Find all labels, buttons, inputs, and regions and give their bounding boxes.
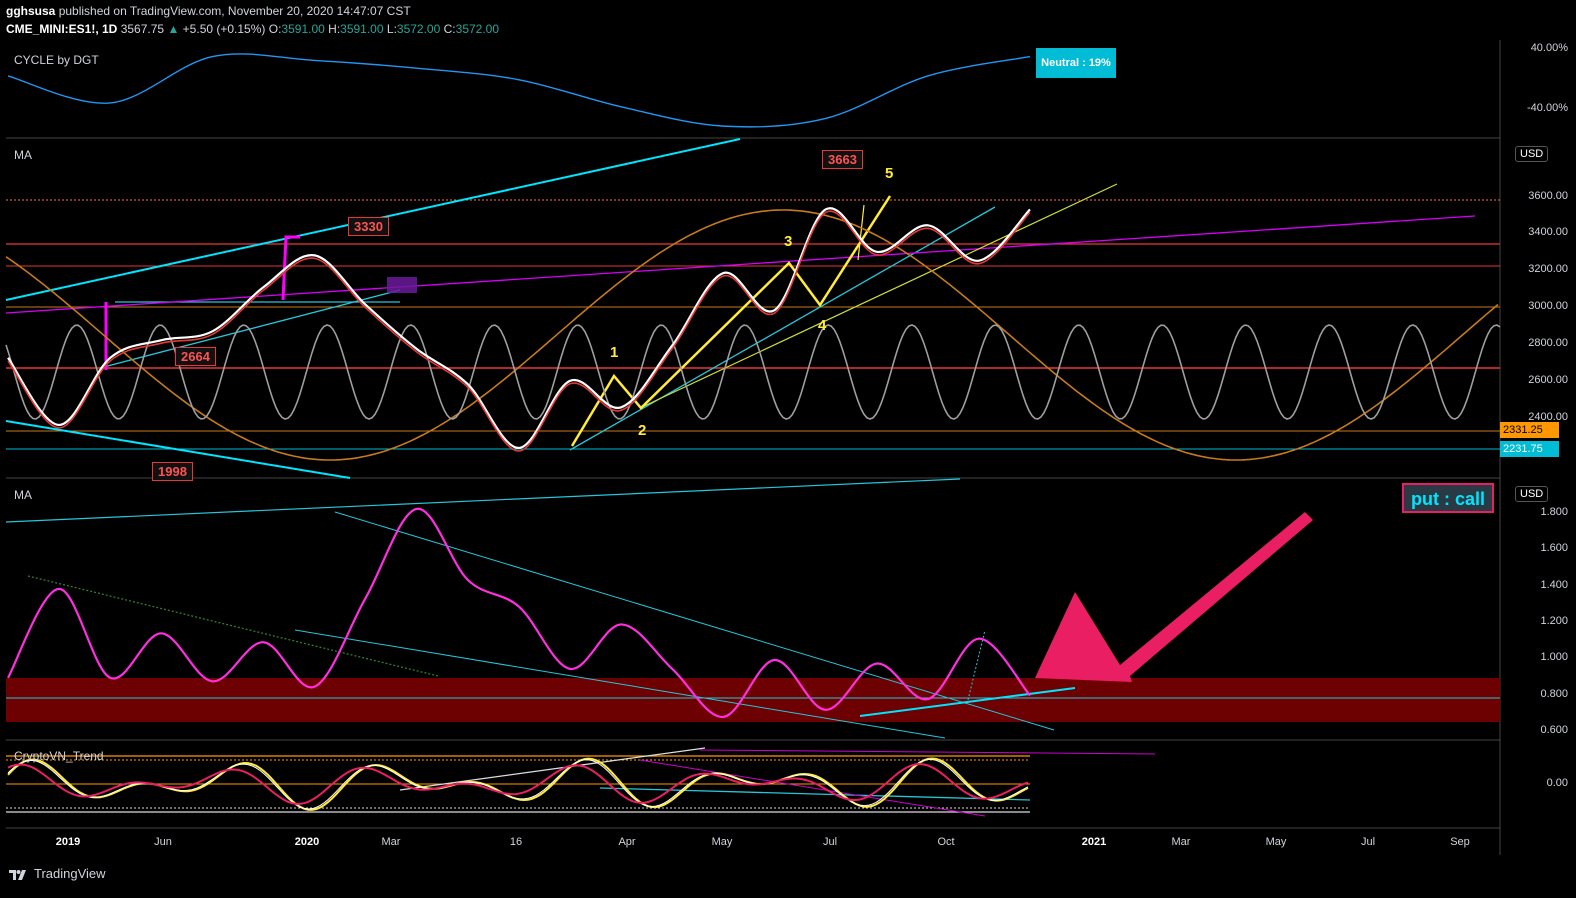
time-axis-label: Mar (381, 836, 401, 848)
price-annotations (5, 138, 1501, 479)
wave-label: 3 (784, 233, 793, 250)
trend-tick: 0.00 (1546, 777, 1568, 789)
time-axis-label: May (1265, 836, 1287, 848)
putcall-title-box: put : call (1402, 483, 1494, 513)
price-tick: 3200.00 (1528, 263, 1568, 275)
putcall-tick: 1.200 (1540, 615, 1568, 627)
time-axis-label: Apr (618, 836, 636, 848)
footer-brand[interactable]: TradingView (8, 866, 106, 881)
price-tick: 3600.00 (1528, 190, 1568, 202)
level-label: 3330 (348, 217, 389, 236)
wave-label: 5 (885, 165, 894, 182)
time-axis-label: Mar (1171, 836, 1191, 848)
level-label: 1998 (152, 462, 193, 481)
wave-label: 1 (610, 344, 619, 361)
time-axis-label: Jul (822, 836, 838, 848)
time-axis-label: Oct (937, 836, 955, 848)
time-axis-label: 16 (509, 836, 523, 848)
putcall-annotations (5, 478, 1500, 739)
chart-root: gghsusa published on TradingView.com, No… (0, 0, 1576, 898)
price-tick: 2600.00 (1528, 374, 1568, 386)
level-label: 2664 (175, 347, 216, 366)
cycle-line (7, 53, 1031, 128)
price-currency-badge[interactable]: USD (1515, 146, 1549, 162)
time-axis-label: Jul (1360, 836, 1376, 848)
time-axis-label: Sep (1450, 836, 1470, 848)
chart-canvas[interactable] (0, 0, 1576, 898)
price-tick: 3400.00 (1528, 226, 1568, 238)
cycle-tick: 40.00% (1530, 42, 1568, 54)
putcall-tick: 1.000 (1540, 651, 1568, 663)
cycle-series (7, 53, 1031, 128)
time-axis-label: 2020 (294, 836, 320, 848)
putcall-tick: 0.800 (1540, 688, 1568, 700)
wave-label: 2 (638, 422, 647, 439)
cycle-tick: -40.00% (1527, 102, 1568, 114)
price-tick: 2800.00 (1528, 337, 1568, 349)
tradingview-logo-icon (9, 869, 26, 880)
time-axis-label: 2021 (1081, 836, 1107, 848)
trend-pane-label: CryptoVN_Trend (14, 749, 104, 763)
ma-pane-label: MA (14, 148, 32, 162)
time-axis-label: Jun (154, 836, 172, 848)
price-ma-line (7, 210, 1031, 452)
price-tick: 3000.00 (1528, 300, 1568, 312)
putcall-tick: 1.400 (1540, 579, 1568, 591)
wave-label: 4 (818, 317, 827, 334)
putcall-tick: 1.600 (1540, 542, 1568, 554)
neutral-badge: Neutral : 19% (1036, 48, 1116, 78)
price-tag-orange: 2331.25 (1500, 422, 1559, 438)
trend-annotations (6, 747, 1156, 817)
price-tag-cyan: 2231.75 (1500, 441, 1559, 457)
putcall-currency-badge[interactable]: USD (1515, 486, 1549, 502)
time-axis-label: May (711, 836, 733, 848)
putcall-tick: 1.800 (1540, 506, 1568, 518)
time-axis-label: 2019 (55, 836, 81, 848)
level-label: 3663 (822, 150, 863, 169)
putcall-tick: 0.600 (1540, 724, 1568, 736)
cycle-pane-label: CYCLE by DGT (14, 53, 99, 67)
putcall-pane-label: MA (14, 488, 32, 502)
brand-name: TradingView (34, 866, 106, 881)
